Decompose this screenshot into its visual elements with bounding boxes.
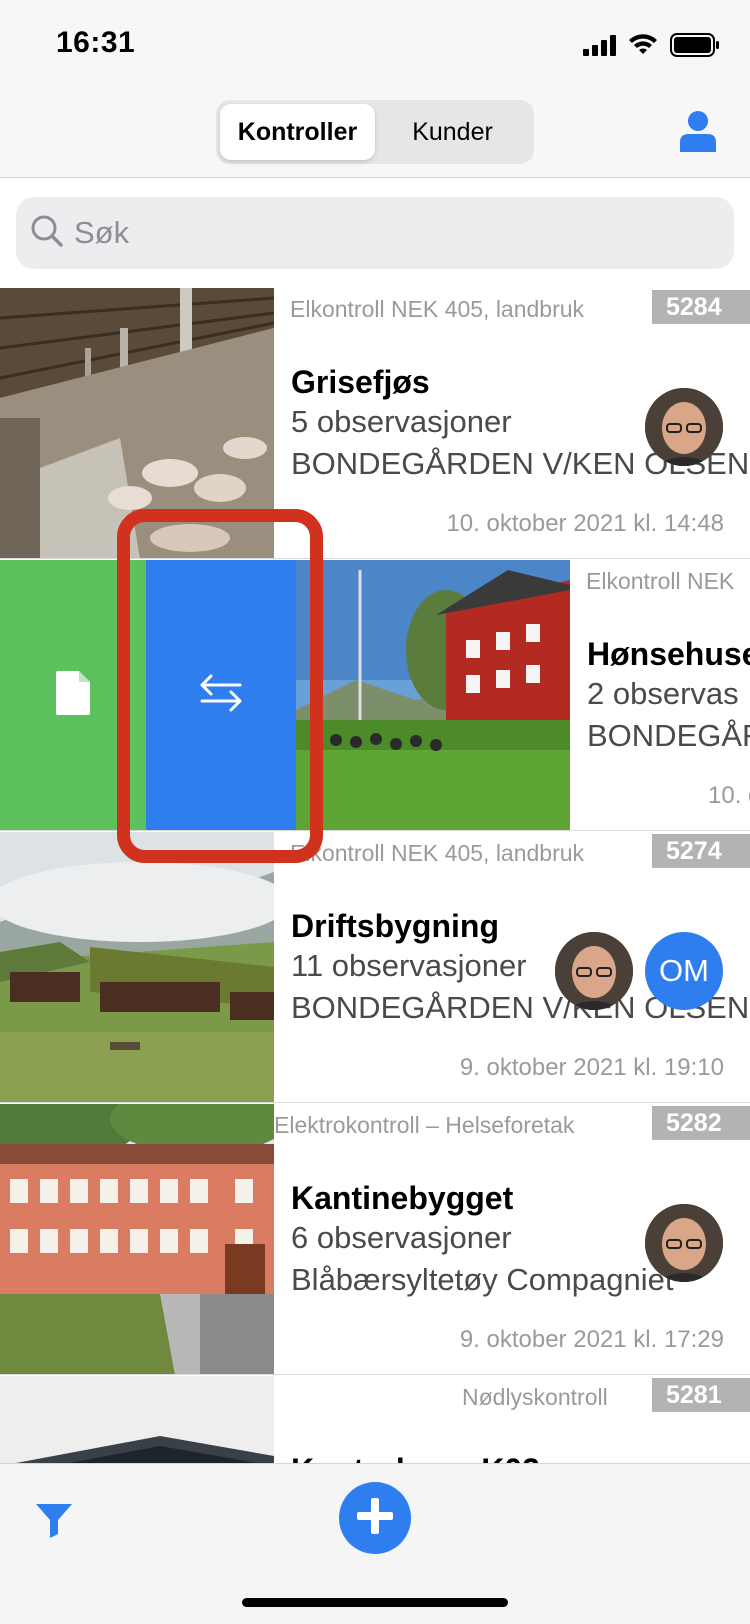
row-number-badge: 5281 [652,1378,750,1412]
add-icon [355,1496,395,1541]
list-item[interactable]: Elkontroll NEK Hønsehuse 2 observas BOND… [0,560,750,831]
row-category: Elkontroll NEK 405, landbruk [290,840,585,866]
row-date: 10. oktober 2021 kl. 14:48 [446,510,724,537]
list-item[interactable]: Elektrokontroll – Helseforetak 5282 Kant… [0,1104,750,1375]
avatar [645,388,723,466]
search-bar[interactable] [16,197,734,269]
list-item[interactable]: Elkontroll NEK 405, landbruk 5274 Drifts… [0,832,750,1103]
swap-action-button[interactable] [146,560,296,830]
battery-icon [670,33,720,57]
farmhouse-photo [296,560,570,830]
cellular-signal-icon [583,34,616,56]
add-button[interactable] [339,1482,411,1554]
bottom-toolbar [0,1463,750,1624]
row-category: Elektrokontroll – Helseforetak [274,1112,575,1138]
mountain-farm-photo [0,832,274,1102]
row-number-badge: 5274 [652,834,750,868]
swap-arrows-icon [198,670,244,721]
navigation-bar: Kontroller Kunder [0,92,750,178]
row-observations: 2 observas [587,676,739,711]
list-item[interactable]: Nødlyskontroll 5281 Kontorbygg K02 [0,1376,750,1463]
avatar-initials: OM [645,932,723,1010]
status-icons [583,33,720,57]
status-bar: 16:31 [0,0,750,92]
row-date: 10. o [708,782,750,809]
row-title: Hønsehuse [587,636,750,672]
row-customer: BONDEGÅR [587,718,750,753]
row-title: Driftsbygning [291,908,499,944]
row-title: Kontorbygg K02 [291,1452,540,1463]
tab-kontroller[interactable]: Kontroller [220,104,375,160]
avatar [555,932,633,1010]
row-title: Grisefjøs [291,364,430,400]
search-input[interactable] [74,215,674,251]
row-content-shifted: Elkontroll NEK Hønsehuse 2 observas BOND… [296,560,750,830]
row-customer: Blåbærsyltetøy Compagniet [291,1262,674,1297]
row-number-badge: 5284 [652,290,750,324]
office-building-photo [0,1376,274,1463]
row-category: Elkontroll NEK [586,568,735,594]
list-item[interactable]: Elkontroll NEK 405, landbruk 5284 Grisef… [0,288,750,559]
search-icon [30,214,64,253]
row-category: Nødlyskontroll [462,1384,608,1410]
profile-icon[interactable] [678,110,718,152]
row-category: Elkontroll NEK 405, landbruk [290,296,585,322]
filter-icon[interactable] [34,1500,74,1540]
document-icon [55,670,91,721]
wifi-icon [628,34,658,56]
document-action-button[interactable] [0,560,146,830]
home-indicator [242,1598,508,1607]
row-observations: 11 observasjoner [291,948,527,983]
brick-building-photo [0,1104,274,1374]
search-area [0,179,750,287]
inspection-list: Elkontroll NEK 405, landbruk 5284 Grisef… [0,288,750,1463]
row-date: 9. oktober 2021 kl. 19:10 [459,1054,724,1081]
status-time: 16:31 [56,26,136,59]
row-observations: 6 observasjoner [291,1220,512,1255]
row-title: Kantinebygget [291,1180,514,1216]
barn-photo [0,288,274,558]
row-date: 9. oktober 2021 kl. 17:29 [459,1326,724,1353]
tab-kunder[interactable]: Kunder [375,104,530,160]
avatar [645,1204,723,1282]
row-number-badge: 5282 [652,1106,750,1140]
segmented-control: Kontroller Kunder [216,100,534,164]
row-observations: 5 observasjoner [291,404,512,439]
